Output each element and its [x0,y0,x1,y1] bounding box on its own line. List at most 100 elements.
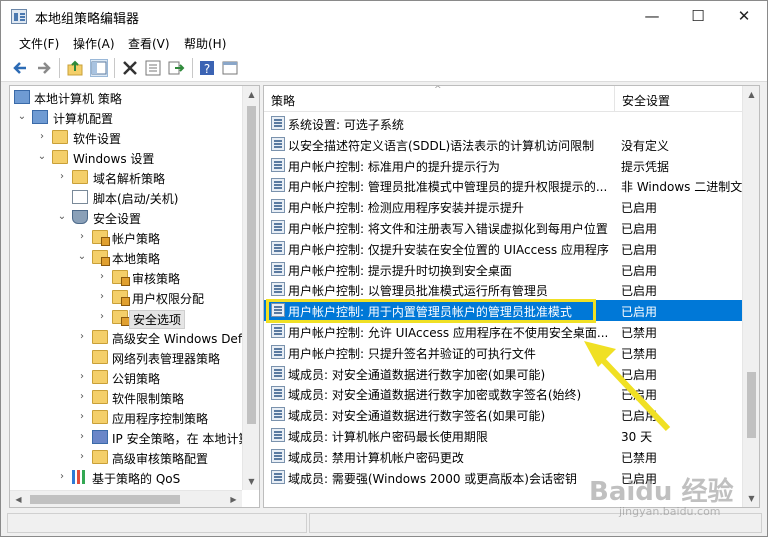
tree-item-name-resolution-policy[interactable]: › 域名解析策略 [10,168,250,188]
arrow-left-icon[interactable] [11,59,29,77]
chevron-right-icon[interactable]: › [96,271,108,283]
policy-setting-icon [271,116,285,130]
group-policy-editor-window: 本地组策略编辑器 — ☐ ✕ 文件(F) 操作(A) 查看(V) 帮助(H) ?… [0,0,768,537]
tree-item-advanced-audit[interactable]: › 高级审核策略配置 [10,448,250,468]
policy-setting-icon [271,365,285,380]
tree-item-software-restriction[interactable]: › 软件限制策略 [10,388,250,408]
list-vertical-scrollbar[interactable]: ▲ ▼ [742,86,759,507]
show-hide-tree-icon[interactable] [90,59,108,77]
scroll-up-icon[interactable]: ▲ [243,86,259,103]
tree-item-label: 公钥策略 [112,372,161,386]
tree-item-network-list-manager[interactable]: 网络列表管理器策略 [10,348,250,368]
policy-row[interactable]: 用户帐户控制: 以管理员批准模式运行所有管理员 已启用 [264,279,743,300]
folder-up-icon[interactable] [66,59,84,77]
scroll-down-icon[interactable]: ▼ [743,490,759,507]
tree-item-security-settings[interactable]: ⌄ 安全设置 [10,208,250,228]
policy-row[interactable]: 用户帐户控制: 将文件和注册表写入错误虚拟化到每用户位置 已启用 [264,217,743,238]
chevron-right-icon[interactable]: › [36,131,48,143]
menu-file[interactable]: 文件(F) [19,35,59,52]
tree-item-policy-based-qos[interactable]: › 基于策略的 QoS [10,468,250,488]
close-button[interactable]: ✕ [721,1,767,32]
chevron-right-icon[interactable]: › [96,291,108,303]
maximize-button[interactable]: ☐ [675,1,721,32]
tree-item-software-settings[interactable]: › 软件设置 [10,128,250,148]
menu-action[interactable]: 操作(A) [73,35,115,52]
minimize-button[interactable]: — [629,1,675,32]
tree-item-application-control[interactable]: › 应用程序控制策略 [10,408,250,428]
scroll-up-icon[interactable]: ▲ [743,86,759,103]
scroll-right-icon[interactable]: ▶ [225,491,242,507]
policy-value: 非 Windows 二进制文 [621,180,743,195]
policy-value: 已禁用 [621,450,658,465]
tree-item-account-policies[interactable]: › 帐户策略 [10,228,250,248]
policy-row[interactable]: 域成员: 禁用计算机帐户密码更改 已禁用 [264,446,743,467]
scroll-thumb[interactable] [747,372,756,438]
properties-icon[interactable] [144,59,162,77]
chevron-down-icon[interactable]: ⌄ [56,211,68,223]
chevron-right-icon[interactable]: › [76,231,88,243]
chevron-right-icon[interactable]: › [76,371,88,383]
chevron-right-icon[interactable]: › [76,391,88,403]
policy-name: 用户帐户控制: 提示提升时切换到安全桌面 [288,263,512,278]
chevron-right-icon[interactable]: › [76,411,88,423]
scroll-down-icon[interactable]: ▼ [243,473,259,490]
policy-row[interactable]: 用户帐户控制: 管理员批准模式中管理员的提升权限提示的... 非 Windows … [264,175,743,196]
computer-icon [14,90,30,104]
policy-list-pane[interactable]: ^ 策略 安全设置 系统设置: 可选子系统 以安全描述符定义语言(SDDL)语法表… [263,85,760,508]
export-list-icon[interactable] [167,59,185,77]
column-header-setting[interactable]: 安全设置 [615,86,743,112]
scroll-thumb[interactable] [247,106,256,424]
policy-setting-icon [271,157,285,172]
policy-row[interactable]: 用户帐户控制: 检测应用程序安装并提示提升 已启用 [264,196,743,217]
computer-icon [32,110,48,124]
delete-icon[interactable] [121,59,139,77]
policy-row[interactable]: 用户帐户控制: 标准用户的提升提示行为 提示凭据 [264,155,743,176]
menu-help[interactable]: 帮助(H) [184,35,226,52]
policy-setting-icon [271,199,285,214]
chevron-right-icon[interactable]: › [56,471,68,483]
menu-view[interactable]: 查看(V) [128,35,170,52]
tree-item-public-key-policies[interactable]: › 公钥策略 [10,368,250,388]
tree-item-audit-policy[interactable]: › 审核策略 [10,268,250,288]
policy-row[interactable]: 用户帐户控制: 仅提升安装在安全位置的 UIAccess 应用程序 已启用 [264,238,743,259]
chevron-down-icon[interactable]: ⌄ [36,151,48,163]
policy-name: 域成员: 禁用计算机帐户密码更改 [288,450,464,465]
chevron-right-icon[interactable]: › [56,171,68,183]
tree-item-label: 本地策略 [112,252,161,266]
chevron-down-icon[interactable]: ⌄ [16,111,28,123]
menu-bar: 文件(F) 操作(A) 查看(V) 帮助(H) [1,32,767,54]
tree-item-windows-settings[interactable]: ⌄ Windows 设置 [10,148,250,168]
policy-setting-icon [271,407,285,422]
tree-item-label: 审核策略 [132,272,181,286]
toolbar-separator [192,58,193,78]
policy-name: 用户帐户控制: 将文件和注册表写入错误虚拟化到每用户位置 [288,222,608,236]
policy-row[interactable]: 以安全描述符定义语言(SDDL)语法表示的计算机访问限制 没有定义 [264,134,743,155]
tree-item-label: Windows 设置 [73,152,155,166]
chevron-right-icon[interactable]: › [76,431,88,443]
tree-item-security-options[interactable]: › 安全选项 [10,308,250,329]
view-icon[interactable] [221,59,239,77]
arrow-right-icon[interactable] [35,59,53,77]
policy-setting-icon [271,261,285,276]
tree-item-local-policies[interactable]: ⌄ 本地策略 [10,248,250,268]
scroll-thumb[interactable] [30,495,180,504]
tree-item-windows-defender-firewall[interactable]: › 高级安全 Windows Def [10,328,250,348]
chevron-down-icon[interactable]: ⌄ [76,251,88,263]
tree-item-scripts[interactable]: 脚本(启动/关机) [10,188,250,208]
tree-item-local-computer-policy[interactable]: 本地计算机 策略 [10,88,250,108]
tree-item-ip-security[interactable]: › IP 安全策略，在 本地计算 [10,428,250,448]
policy-row[interactable]: 系统设置: 可选子系统 [264,113,743,134]
tree-item-user-rights[interactable]: › 用户权限分配 [10,288,250,308]
chevron-right-icon[interactable]: › [96,311,108,323]
scroll-left-icon[interactable]: ◀ [10,491,27,507]
chevron-right-icon[interactable]: › [76,331,88,343]
console-tree-pane[interactable]: 本地计算机 策略 ⌄ 计算机配置 › 软件设置 ⌄ Windows 设置 › 域… [9,85,260,508]
column-header-policy[interactable]: ^ 策略 [264,86,614,112]
help-icon[interactable]: ? [198,59,216,77]
tree-item-computer-config[interactable]: ⌄ 计算机配置 [10,108,250,128]
tree-horizontal-scrollbar[interactable]: ◀ ▶ [10,490,242,507]
policy-value: 已启用 [621,201,658,216]
chevron-right-icon[interactable]: › [76,451,88,463]
tree-vertical-scrollbar[interactable]: ▲ ▼ [242,86,259,490]
policy-row[interactable]: 用户帐户控制: 提示提升时切换到安全桌面 已启用 [264,259,743,280]
